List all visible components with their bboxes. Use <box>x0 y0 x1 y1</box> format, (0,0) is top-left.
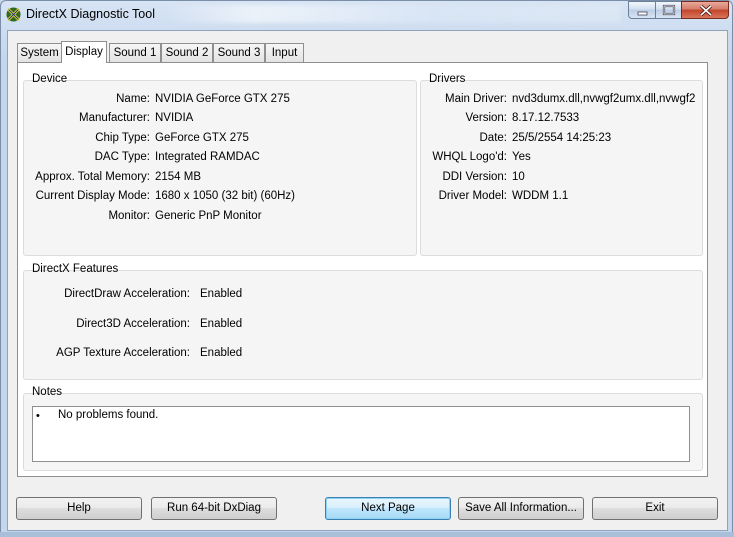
device-value: Integrated RAMDAC <box>155 151 260 163</box>
title-bar[interactable]: DirectX Diagnostic Tool <box>1 1 732 29</box>
maximize-button[interactable] <box>655 1 682 19</box>
window-title: DirectX Diagnostic Tool <box>26 7 155 21</box>
feature-label: Direct3D Acceleration: <box>76 318 190 330</box>
feature-value: Enabled <box>200 288 243 300</box>
device-value: GeForce GTX 275 <box>155 132 249 144</box>
title-bar-glass <box>161 5 621 23</box>
feature-value: Enabled <box>200 318 243 330</box>
drivers-row-main-driver: Main Driver: nvd3dumx.dll,nvwgf2umx.dll,… <box>421 93 704 109</box>
device-row-name: Name: NVIDIA GeForce GTX 275 <box>24 93 418 109</box>
drivers-row-driver-model: Driver Model: WDDM 1.1 <box>421 190 704 206</box>
drivers-value: 10 <box>512 171 525 183</box>
drivers-value: Yes <box>512 151 531 163</box>
notes-heading: Notes <box>32 386 63 398</box>
device-label: Chip Type: <box>95 132 150 144</box>
drivers-label: Driver Model: <box>438 190 507 202</box>
drivers-label: Date: <box>479 132 508 144</box>
tab-label: Display <box>65 46 103 58</box>
exit-button[interactable]: Exit <box>592 497 718 520</box>
features-heading: DirectX Features <box>32 263 119 275</box>
device-label: Approx. Total Memory: <box>35 171 150 183</box>
device-label: DAC Type: <box>94 151 150 163</box>
window-bottom-edge <box>0 532 734 537</box>
tab-label: Sound 3 <box>217 47 261 59</box>
drivers-row-ddi-version: DDI Version: 10 <box>421 171 704 187</box>
help-button[interactable]: Help <box>16 497 142 520</box>
save-all-information-button[interactable]: Save All Information... <box>458 497 584 520</box>
device-value: NVIDIA <box>155 112 194 124</box>
device-row-monitor: Monitor: Generic PnP Monitor <box>24 210 418 226</box>
drivers-label: Main Driver: <box>445 93 507 105</box>
device-row-manufacturer: Manufacturer: NVIDIA <box>24 112 418 128</box>
device-row-dac-type: DAC Type: Integrated RAMDAC <box>24 151 418 167</box>
tab-label: System <box>20 47 59 59</box>
run-64bit-dxdiag-button[interactable]: Run 64-bit DxDiag <box>151 497 277 520</box>
device-label: Manufacturer: <box>79 112 150 124</box>
device-heading: Device <box>32 73 68 85</box>
close-icon <box>699 4 713 17</box>
device-value: NVIDIA GeForce GTX 275 <box>155 93 290 105</box>
tab-label: Sound 1 <box>113 47 157 59</box>
feature-label: DirectDraw Acceleration: <box>64 288 190 300</box>
tab-sound-1[interactable]: Sound 1 <box>109 43 161 62</box>
device-row-chip-type: Chip Type: GeForce GTX 275 <box>24 132 418 148</box>
tab-sound-2[interactable]: Sound 2 <box>161 43 213 62</box>
device-value: Generic PnP Monitor <box>155 210 262 222</box>
directx-x-icon <box>6 7 21 22</box>
tab-label: Sound 2 <box>165 47 209 59</box>
feature-row-direct3d: Direct3D Acceleration: Enabled <box>24 318 704 334</box>
exit-button-label: Exit <box>645 502 665 514</box>
next-button-label: Next Page <box>361 502 415 514</box>
device-value: 1680 x 1050 (32 bit) (60Hz) <box>155 190 295 202</box>
dxdiag-window: DirectX Diagnostic Tool System Display S… <box>0 0 733 536</box>
tab-display[interactable]: Display <box>61 41 107 63</box>
run64-button-label: Run 64-bit DxDiag <box>167 502 261 514</box>
drivers-value: 25/5/2554 14:25:23 <box>512 132 612 144</box>
close-button[interactable] <box>681 1 729 19</box>
device-label: Name: <box>116 93 150 105</box>
display-tab-panel: Device Name: NVIDIA GeForce GTX 275 Manu… <box>17 62 708 477</box>
device-value: 2154 MB <box>155 171 202 183</box>
drivers-label: Version: <box>465 112 507 124</box>
save-button-label: Save All Information... <box>465 502 577 514</box>
feature-row-directdraw: DirectDraw Acceleration: Enabled <box>24 288 704 304</box>
device-label: Monitor: <box>108 210 150 222</box>
drivers-label: WHQL Logo'd: <box>432 151 507 163</box>
minimize-button[interactable] <box>628 1 656 19</box>
tab-label: Input <box>271 47 298 59</box>
drivers-value: nvd3dumx.dll,nvwgf2umx.dll,nvwgf2 <box>512 93 696 105</box>
drivers-heading: Drivers <box>429 73 466 85</box>
maximize-icon <box>662 4 676 16</box>
tab-system[interactable]: System <box>17 43 62 62</box>
device-group: Device Name: NVIDIA GeForce GTX 275 Manu… <box>23 73 418 256</box>
tab-sound-3[interactable]: Sound 3 <box>213 43 265 62</box>
client-area: System Display Sound 1 Sound 2 Sound 3 I… <box>7 30 728 531</box>
notes-bullet: • <box>36 410 40 422</box>
note-item: No problems found. <box>58 409 159 421</box>
drivers-row-date: Date: 25/5/2554 14:25:23 <box>421 132 704 148</box>
feature-row-agp-texture: AGP Texture Acceleration: Enabled <box>24 347 704 363</box>
minimize-icon <box>637 11 648 16</box>
drivers-value: 8.17.12.7533 <box>512 112 580 124</box>
drivers-group: Drivers Main Driver: nvd3dumx.dll,nvwgf2… <box>420 73 704 256</box>
drivers-row-version: Version: 8.17.12.7533 <box>421 112 704 128</box>
feature-label: AGP Texture Acceleration: <box>56 347 190 359</box>
help-button-label: Help <box>67 502 91 514</box>
next-page-button[interactable]: Next Page <box>325 497 451 520</box>
tab-input[interactable]: Input <box>265 43 304 62</box>
device-row-memory: Approx. Total Memory: 2154 MB <box>24 171 418 187</box>
directx-features-group: DirectX Features DirectDraw Acceleration… <box>23 263 704 380</box>
drivers-label: DDI Version: <box>442 171 507 183</box>
notes-group: Notes • No problems found. <box>23 386 703 471</box>
notes-textbox[interactable]: • No problems found. <box>32 406 690 462</box>
drivers-row-whql: WHQL Logo'd: Yes <box>421 151 704 167</box>
device-label: Current Display Mode: <box>35 190 150 202</box>
device-row-display-mode: Current Display Mode: 1680 x 1050 (32 bi… <box>24 190 418 206</box>
drivers-value: WDDM 1.1 <box>512 190 569 202</box>
feature-value: Enabled <box>200 347 243 359</box>
